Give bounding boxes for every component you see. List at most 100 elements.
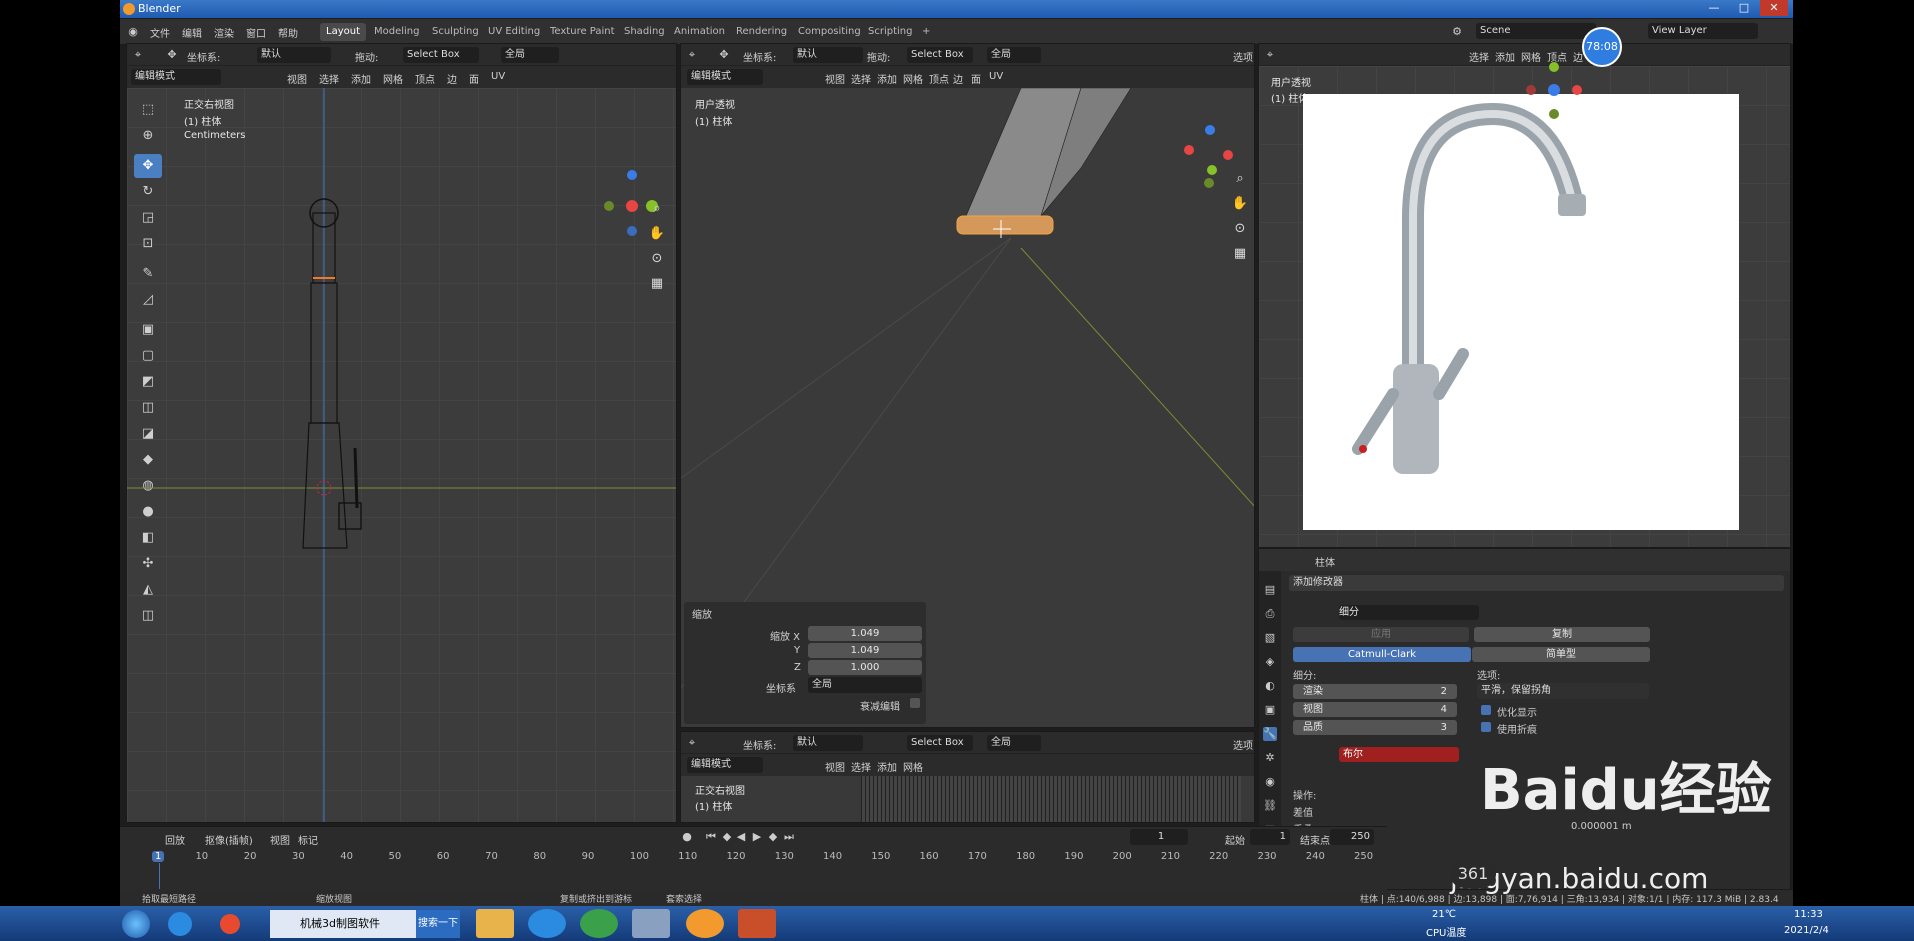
mode-dropdown-3[interactable]: 编辑模式	[687, 757, 763, 773]
menu-edit[interactable]: 编辑	[182, 25, 202, 40]
left-viewport[interactable]: ⌖ ✥ 坐标系: 默认 拖动: Select Box 全局 编辑模式 视图 选择…	[126, 43, 677, 823]
ie-icon[interactable]	[168, 912, 192, 936]
coord-dropdown[interactable]: 默认	[257, 47, 331, 63]
zoom-icon[interactable]: ⌕	[647, 199, 667, 219]
menu-view-3[interactable]: 视图	[825, 759, 845, 774]
end-frame-field[interactable]: 250	[1330, 829, 1374, 845]
add-modifier-dropdown[interactable]: 添加修改器	[1289, 575, 1784, 591]
timeline-ruler[interactable]: 1 10 20 30 40 50 60 70 80 90 100 110 120 130 140 150 160…	[120, 851, 1387, 891]
timeline-menu-playback[interactable]: 回放	[165, 832, 185, 847]
timeline-menu-view[interactable]: 视图	[270, 832, 290, 847]
options-menu[interactable]: 选项	[1233, 49, 1253, 64]
pivot-dropdown[interactable]: 全局	[501, 47, 559, 63]
menu-uv[interactable]: UV	[491, 71, 505, 82]
timeline-menu-marker[interactable]: 标记	[298, 832, 318, 847]
world-tab-icon[interactable]: ◐	[1263, 679, 1277, 693]
minimize-button[interactable]: —	[1700, 0, 1728, 16]
coord-dropdown-3[interactable]: 默认	[793, 735, 863, 751]
tab-rendering[interactable]: Rendering	[730, 23, 793, 41]
right-viewport[interactable]: ⌖ 选择 添加 网格 顶点 边 面 用户透视 (1) 柱体	[1258, 43, 1791, 548]
menu-add-2[interactable]: 添加	[877, 71, 897, 86]
start-frame-field[interactable]: 1	[1250, 829, 1290, 845]
grid-view-icon[interactable]: ▦	[647, 274, 667, 294]
pan-hand-icon-2[interactable]: ✋	[1230, 194, 1250, 214]
menu-vertex[interactable]: 顶点	[415, 71, 435, 86]
uv-smooth-dropdown[interactable]: 平滑，保留拐角	[1477, 683, 1649, 699]
browser2-icon[interactable]	[580, 909, 618, 938]
tab-uv-editing[interactable]: UV Editing	[482, 23, 546, 41]
physics-tab-icon[interactable]: ◉	[1263, 775, 1277, 789]
playhead[interactable]	[159, 863, 160, 889]
play-reverse-icon[interactable]: ◀	[734, 830, 748, 844]
scale-x-field[interactable]: 1.049	[808, 626, 922, 641]
proportional-edit-checkbox[interactable]	[910, 698, 920, 708]
simple-button[interactable]: 简单型	[1472, 647, 1650, 662]
tab-shading[interactable]: Shading	[618, 23, 671, 41]
blender-taskbar-icon[interactable]	[686, 909, 724, 938]
select-box-dropdown[interactable]: Select Box	[403, 47, 479, 63]
middle-viewport[interactable]: ⌖ ✥ 坐标系: 默认 拖动: Select Box 全局 选项 编辑模式 视图…	[680, 43, 1255, 728]
tab-sculpting[interactable]: Sculpting	[426, 23, 485, 41]
add-workspace-button[interactable]: +	[916, 23, 936, 41]
next-key-icon[interactable]: ◆	[766, 830, 780, 844]
menu-face-2[interactable]: 面	[971, 71, 981, 86]
blender-menu-icon[interactable]: ◉	[126, 25, 140, 39]
current-frame-field[interactable]: 1	[1130, 829, 1188, 845]
browser-icon[interactable]	[528, 909, 566, 938]
zoom-icon-2[interactable]: ⌕	[1230, 169, 1250, 189]
quality-field[interactable]: 品质 3	[1293, 720, 1457, 735]
menu-render[interactable]: 渲染	[214, 25, 234, 40]
tab-texture-paint[interactable]: Texture Paint	[544, 23, 621, 41]
pivot-dropdown-3[interactable]: 全局	[987, 735, 1041, 751]
menu-uv-2[interactable]: UV	[989, 71, 1003, 82]
tab-animation[interactable]: Animation	[668, 23, 731, 41]
camera-icon[interactable]: ⊙	[647, 249, 667, 269]
close-button[interactable]: ✕	[1760, 0, 1788, 16]
mode-dropdown-2[interactable]: 编辑模式	[687, 69, 763, 85]
optimal-display-checkbox[interactable]	[1481, 705, 1491, 715]
render-levels-field[interactable]: 渲染 2	[1293, 684, 1457, 699]
modifier-1-name[interactable]: 细分	[1339, 605, 1479, 620]
menu-vertex-2[interactable]: 顶点	[929, 71, 949, 86]
render-tab-icon[interactable]: ▤	[1263, 583, 1277, 597]
modifier-tab-icon[interactable]: 🔧	[1263, 727, 1277, 741]
mode-dropdown[interactable]: 编辑模式	[131, 69, 221, 85]
constraints-tab-icon[interactable]: ⛓	[1263, 799, 1277, 813]
viewport-levels-field[interactable]: 视图 4	[1293, 702, 1457, 717]
menu-add-3[interactable]: 添加	[877, 759, 897, 774]
menu-select-3[interactable]: 选择	[851, 759, 871, 774]
menu-mesh-2[interactable]: 网格	[903, 71, 923, 86]
taskbar-search[interactable]: 搜索一下	[416, 910, 460, 938]
catmull-clark-button[interactable]: Catmull-Clark	[1293, 647, 1471, 662]
scale-y-field[interactable]: 1.049	[808, 643, 922, 658]
menu-help[interactable]: 帮助	[278, 25, 298, 40]
apply-button[interactable]: 应用	[1293, 627, 1469, 642]
grid-view-icon-2[interactable]: ▦	[1230, 244, 1250, 264]
modifier-2-name[interactable]: 布尔	[1339, 747, 1459, 762]
menu-mesh-3[interactable]: 网格	[903, 759, 923, 774]
copy-button[interactable]: 复制	[1474, 627, 1650, 642]
scale-panel-title[interactable]: 缩放	[692, 606, 712, 621]
camera-icon-2[interactable]: ⊙	[1230, 219, 1250, 239]
menu-select[interactable]: 选择	[319, 71, 339, 86]
menu-file[interactable]: 文件	[150, 25, 170, 40]
jump-end-icon[interactable]: ⏭	[782, 830, 796, 844]
particles-tab-icon[interactable]: ✲	[1263, 751, 1277, 765]
taskbar-app-item[interactable]: 机械3d制图软件	[270, 910, 416, 938]
view-layer-selector[interactable]: View Layer	[1648, 23, 1758, 39]
transform-icon[interactable]: ✥	[165, 48, 179, 62]
view-layer-tab-icon[interactable]: ▧	[1263, 631, 1277, 645]
scene-tab-icon[interactable]: ◈	[1263, 655, 1277, 669]
prev-key-icon[interactable]: ◆	[720, 830, 734, 844]
tab-scripting[interactable]: Scripting	[862, 23, 918, 41]
tool-icon[interactable]	[632, 909, 670, 938]
menu-view-2[interactable]: 视图	[825, 71, 845, 86]
scene-selector[interactable]: Scene	[1476, 23, 1596, 39]
paint-icon[interactable]	[738, 909, 776, 938]
options-menu-3[interactable]: 选项	[1233, 737, 1253, 752]
output-tab-icon[interactable]: ⎙	[1263, 607, 1277, 621]
start-button[interactable]	[122, 910, 150, 938]
maximize-button[interactable]: □	[1730, 0, 1758, 16]
select-box-dropdown-2[interactable]: Select Box	[907, 47, 973, 63]
editor-type-icon-2[interactable]: ⌖	[685, 48, 699, 62]
